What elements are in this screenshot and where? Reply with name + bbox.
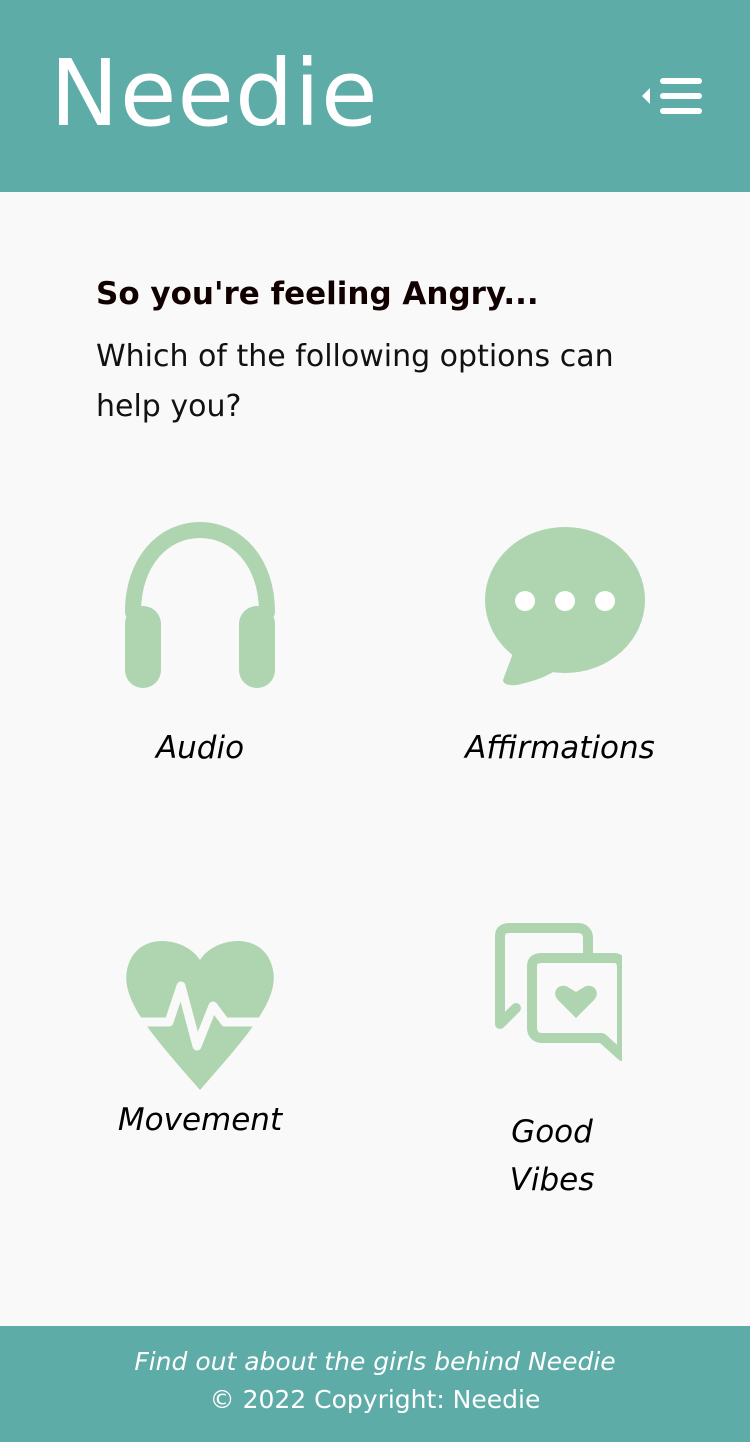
main-content: So you're feeling Angry... Which of the … xyxy=(96,270,676,432)
app-footer: Find out about the girls behind Needie ©… xyxy=(0,1326,750,1442)
about-link[interactable]: Find out about the girls behind Needie xyxy=(0,1344,750,1380)
page-title: So you're feeling Angry... xyxy=(96,276,539,312)
option-label-audio: Audio xyxy=(155,730,245,766)
page-subtitle: Which of the following options can help … xyxy=(96,339,614,424)
option-affirmations[interactable]: Affirmations xyxy=(460,520,660,772)
brand-logo[interactable]: Needie xyxy=(50,44,379,144)
option-label-movement: Movement xyxy=(117,1102,283,1138)
option-movement[interactable]: Movement xyxy=(100,930,300,1144)
speech-bubble-icon xyxy=(485,527,645,686)
copyright-text: © 2022 Copyright: Needie xyxy=(209,1385,541,1414)
app-header: Needie xyxy=(0,0,750,192)
chat-heart-icon xyxy=(495,923,622,1061)
option-label-good-vibes: Good Vibes xyxy=(509,1114,595,1198)
option-good-vibes[interactable]: Good Vibes xyxy=(472,920,632,1204)
menu-button[interactable] xyxy=(638,72,706,120)
menu-collapse-icon xyxy=(642,78,702,114)
headphones-icon xyxy=(125,521,275,688)
heartbeat-icon xyxy=(115,940,285,1090)
option-audio[interactable]: Audio xyxy=(100,520,300,772)
option-label-affirmations: Affirmations xyxy=(465,730,655,766)
